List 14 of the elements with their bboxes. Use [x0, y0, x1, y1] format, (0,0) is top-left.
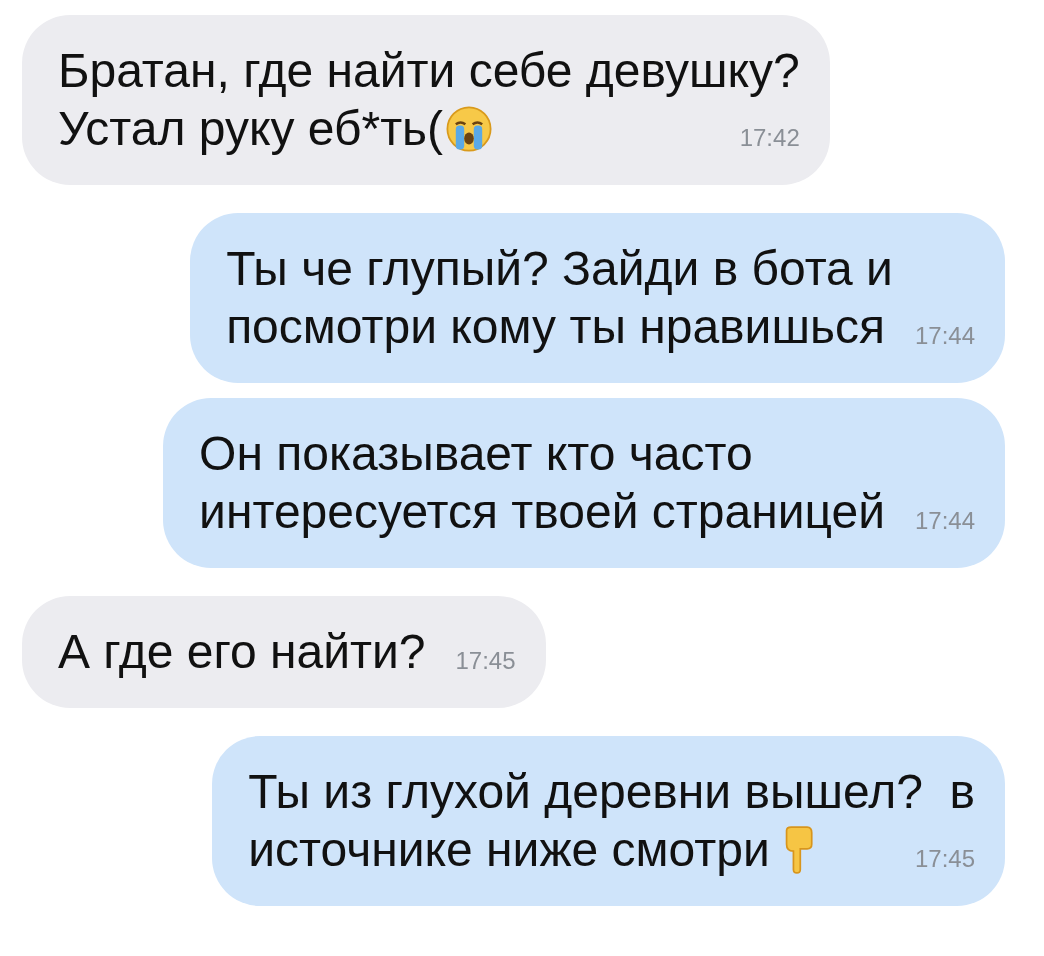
message-text: Устал руку еб*ть(: [58, 101, 444, 157]
message-text: Ты из глухой деревни вышел? в: [248, 764, 975, 820]
message-text: посмотри кому ты нравишься: [226, 299, 885, 355]
message-text: Братан, где найти себе девушку?: [58, 43, 800, 99]
message-text: интересуется твоей страницей: [199, 484, 885, 540]
message-text: источнике ниже смотри: [248, 822, 770, 878]
message-time: 17:45: [454, 646, 516, 676]
message-text: Ты че глупый? Зайди в бота и: [226, 241, 893, 297]
message-text: Он показывает кто часто: [199, 426, 753, 482]
message-time: 17:42: [738, 123, 800, 153]
message-time: 17:44: [913, 321, 975, 351]
message-time: 17:44: [913, 506, 975, 536]
message-time: 17:45: [913, 844, 975, 874]
message-text: А где его найти?: [58, 624, 426, 680]
